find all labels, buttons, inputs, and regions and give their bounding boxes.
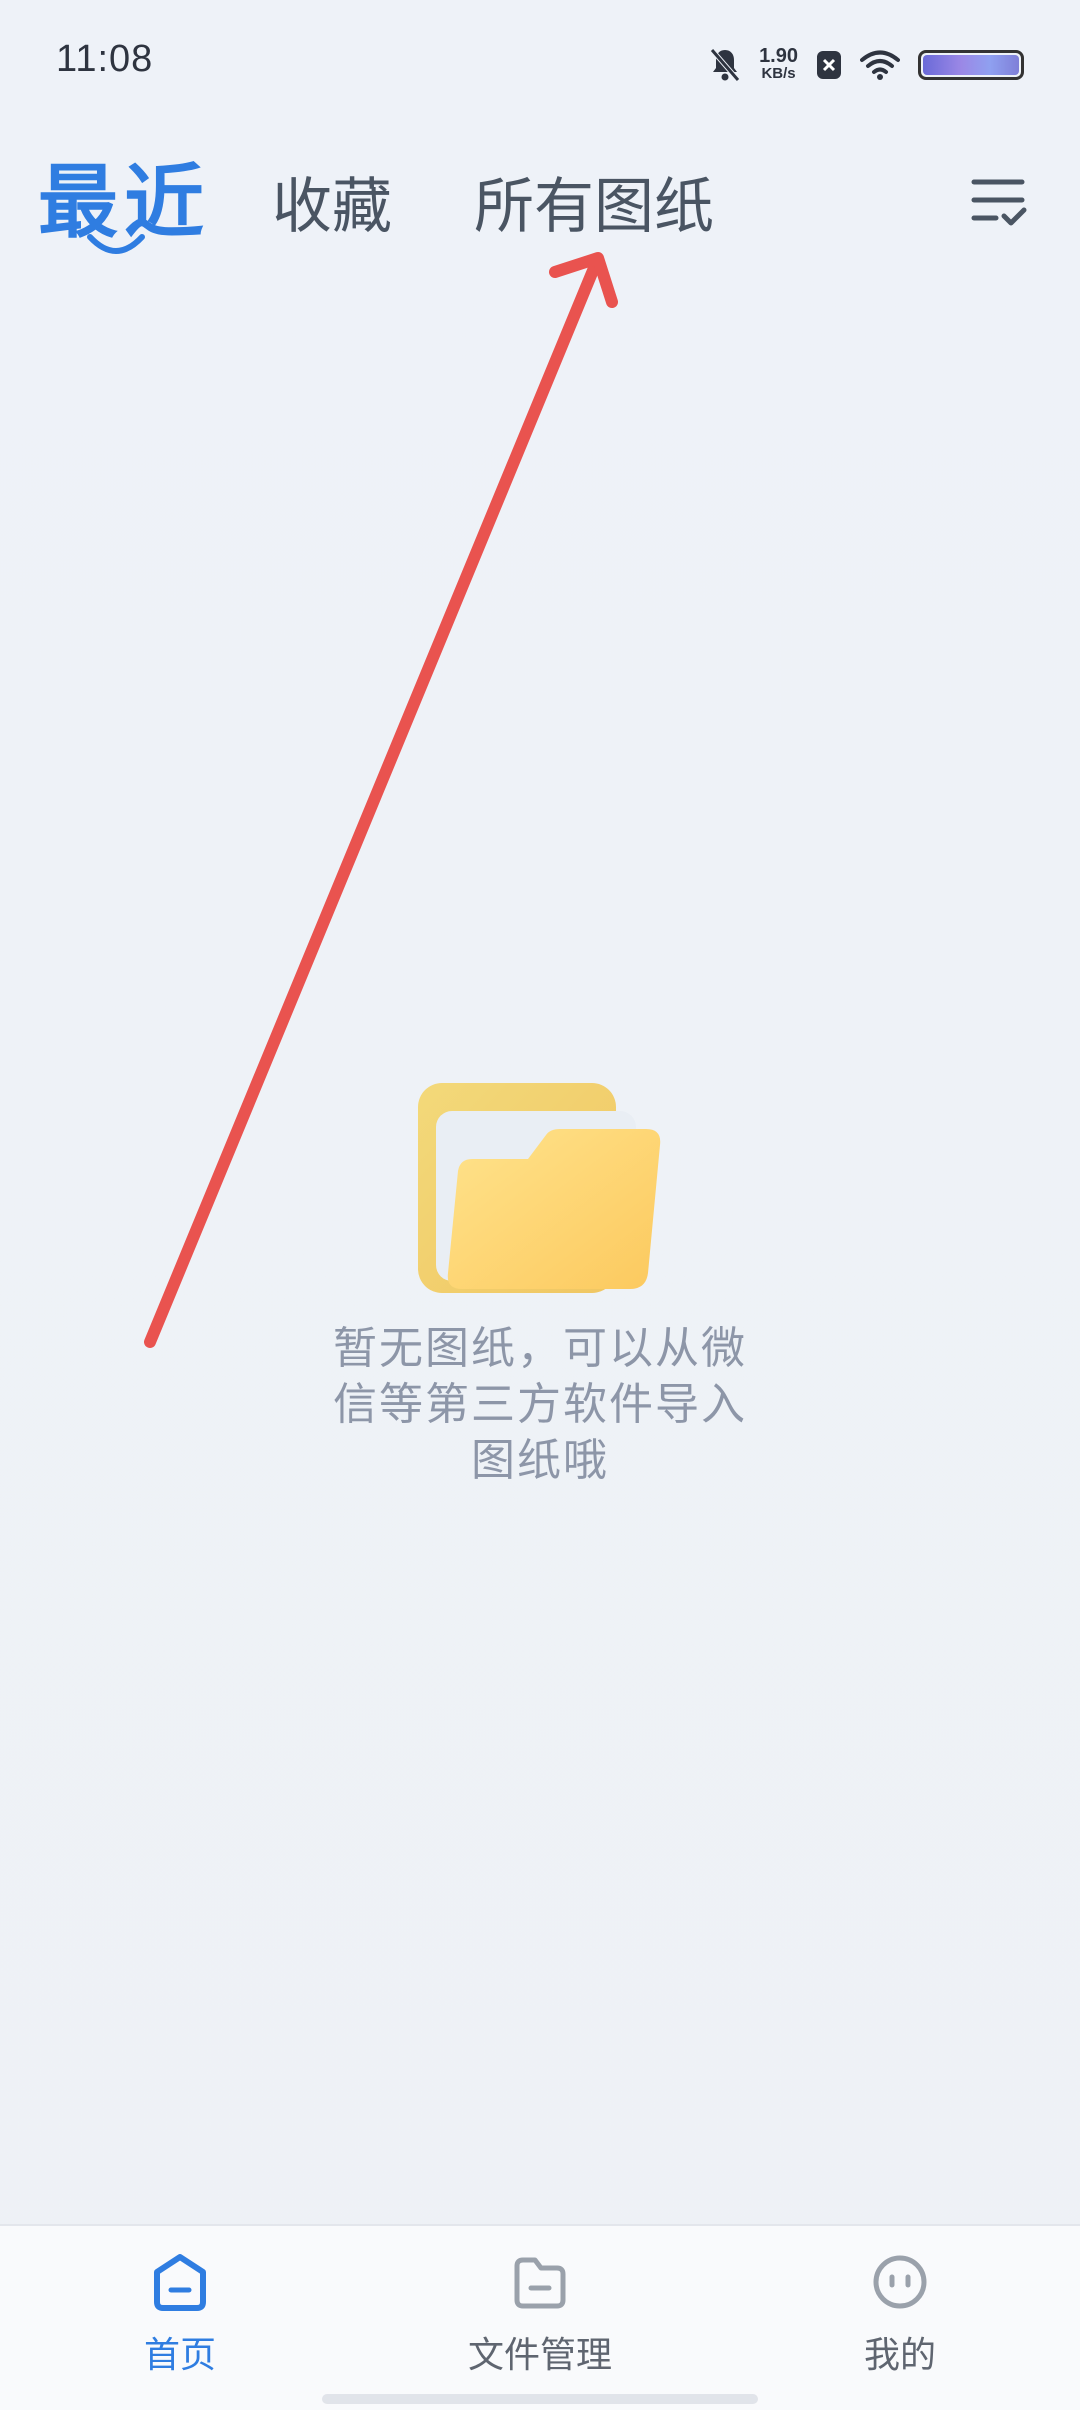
checklist-menu-icon[interactable]	[964, 166, 1034, 236]
nav-mine[interactable]: 我的	[780, 2252, 1020, 2378]
tab-favorites-label: 收藏	[272, 172, 392, 242]
nav-mine-label: 我的	[863, 2335, 936, 2376]
bottom-nav: 首页 文件管理 我的	[0, 2224, 1080, 2410]
nav-file-management-label: 文件管理	[467, 2335, 612, 2376]
close-badge-icon	[817, 51, 841, 79]
network-speed: 1.90 KB/s	[759, 45, 798, 83]
bell-muted-icon	[710, 48, 740, 82]
folder-icon	[514, 2257, 566, 2309]
status-bar: 11:08 1.90 KB/s	[0, 0, 1080, 120]
empty-folder-icon	[418, 1083, 661, 1293]
tab-recent[interactable]: 最近	[38, 138, 210, 254]
profile-icon	[873, 2255, 927, 2309]
tab-all-drawings[interactable]: 所有图纸	[474, 158, 714, 245]
top-tabs: 最近 收藏 所有图纸	[0, 130, 1080, 270]
active-tab-indicator	[87, 234, 145, 254]
nav-home[interactable]: 首页	[60, 2252, 300, 2378]
nav-file-management[interactable]: 文件管理	[420, 2252, 660, 2378]
network-speed-unit: KB/s	[761, 65, 796, 82]
empty-state-message: 暂无图纸，可以从微信等第三方软件导入图纸哦	[333, 1323, 747, 1486]
nav-home-label: 首页	[143, 2335, 216, 2376]
tab-all-drawings-label: 所有图纸	[474, 172, 714, 242]
tab-favorites[interactable]: 收藏	[272, 158, 392, 245]
home-icon	[154, 2254, 206, 2311]
empty-state: 暂无图纸，可以从微信等第三方软件导入图纸哦	[0, 1075, 1080, 1489]
status-time: 11:08	[56, 38, 154, 80]
gesture-home-indicator[interactable]	[322, 2394, 758, 2404]
battery-level	[923, 55, 1019, 75]
status-icons: 1.90 KB/s	[709, 40, 1024, 90]
battery-icon	[918, 50, 1024, 80]
network-speed-value: 1.90	[759, 45, 798, 67]
wifi-icon	[860, 50, 900, 80]
